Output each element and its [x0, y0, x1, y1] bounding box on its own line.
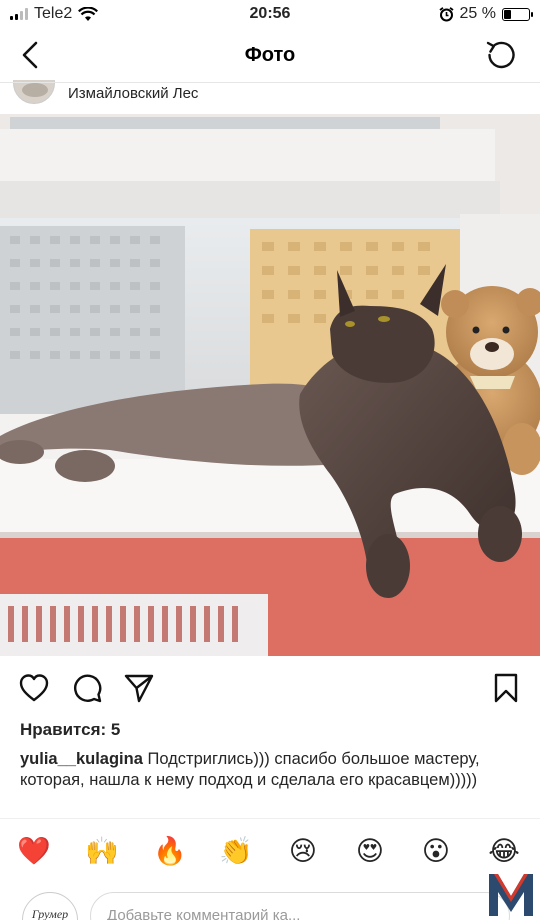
- post-photo[interactable]: [0, 114, 540, 656]
- comment-icon[interactable]: [71, 672, 103, 704]
- emoji-heart[interactable]: ❤️: [14, 834, 54, 874]
- heart-icon[interactable]: [18, 672, 50, 704]
- my-avatar: Грумер: [22, 892, 78, 920]
- emoji-reactions-bar: ❤️ 🙌 🔥 👏 😢 😍 😮 😂: [0, 834, 540, 874]
- nav-bar: Фото: [0, 30, 540, 80]
- emoji-fire[interactable]: 🔥: [150, 834, 190, 874]
- emoji-laughing[interactable]: 😂: [484, 834, 524, 874]
- post-caption: yulia__kulagina Подстриглись))) спасибо …: [20, 749, 510, 791]
- watermark-logo: [489, 874, 533, 916]
- cat-photo-image: [0, 114, 540, 656]
- header-divider: [0, 82, 540, 83]
- refresh-icon[interactable]: [484, 38, 518, 72]
- emoji-heart-eyes[interactable]: 😍: [350, 834, 390, 874]
- caption-author[interactable]: yulia__kulagina: [20, 750, 143, 768]
- share-icon[interactable]: [123, 672, 155, 704]
- emoji-raised-hands[interactable]: 🙌: [82, 834, 122, 874]
- emoji-crying[interactable]: 😢: [283, 834, 323, 874]
- status-bar: Tele2 20:56 25 %: [0, 0, 540, 30]
- comment-composer: Грумер Добавьте комментарий ка...: [0, 888, 540, 920]
- comment-input[interactable]: Добавьте комментарий ка...: [90, 892, 510, 920]
- battery-percent: 25 %: [459, 5, 496, 22]
- likes-count[interactable]: Нравится: 5: [20, 720, 120, 740]
- emoji-surprised[interactable]: 😮: [416, 834, 456, 874]
- alarm-icon: [438, 6, 454, 21]
- author-avatar[interactable]: [13, 80, 55, 104]
- page-title: Фото: [244, 44, 296, 66]
- post-header: Измайловский Лес: [0, 80, 540, 110]
- bookmark-icon[interactable]: [490, 672, 522, 704]
- comment-placeholder: Добавьте комментарий ка...: [107, 907, 301, 920]
- post-location[interactable]: Измайловский Лес: [68, 85, 198, 102]
- battery-icon: [502, 7, 533, 21]
- post-actions: [0, 668, 540, 708]
- emoji-clapping[interactable]: 👏: [216, 834, 256, 874]
- reactions-divider: [0, 818, 540, 819]
